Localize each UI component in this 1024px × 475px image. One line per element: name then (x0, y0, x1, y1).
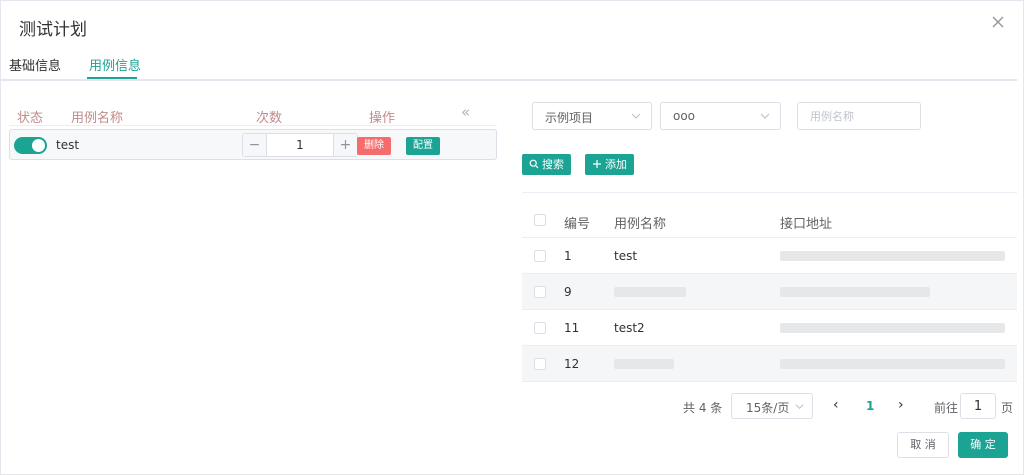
project-select[interactable]: 示例项目 (532, 102, 652, 130)
case-name-search-input[interactable] (797, 102, 921, 130)
blurred-address (780, 287, 930, 297)
cell-no: 1 (564, 249, 572, 263)
module-select[interactable]: ooo (660, 102, 781, 130)
cell-name: test (614, 249, 638, 263)
table-row[interactable]: 1 test (522, 238, 1017, 274)
search-button-label: 搜索 (542, 158, 564, 171)
delete-button[interactable]: 删除 (357, 137, 391, 155)
tab-bar: 基础信息 用例信息 (1, 51, 1017, 81)
pagination-total: 共 4 条 (683, 401, 723, 415)
table-header-row: 编号 用例名称 接口地址 (522, 202, 1017, 238)
case-name: test (56, 138, 80, 152)
count-stepper: − 1 + (242, 133, 358, 157)
module-select-value: ooo (673, 109, 696, 123)
column-header-name: 用例名称 (614, 217, 667, 232)
cell-no: 11 (564, 321, 580, 335)
table-row[interactable]: 12 (522, 346, 1017, 382)
stepper-value[interactable]: 1 (267, 134, 333, 156)
cell-no: 9 (564, 285, 572, 299)
goto-label: 前往 (934, 401, 959, 415)
test-plan-dialog: 测试计划 基础信息 用例信息 状态 用例名称 次数 操作 « test − 1 … (0, 0, 1024, 475)
blurred-name (614, 287, 686, 297)
selected-case-row: test − 1 + 删除 配置 (9, 129, 497, 160)
row-checkbox[interactable] (534, 250, 546, 262)
stepper-increase-button[interactable]: + (333, 134, 357, 156)
column-header-status: 状态 (17, 111, 44, 126)
chevron-down-icon (795, 404, 804, 410)
prev-page-icon[interactable]: ‹ (833, 397, 839, 413)
cell-name: test2 (614, 321, 645, 335)
tab-case-info[interactable]: 用例信息 (89, 55, 141, 74)
column-header-address: 接口地址 (780, 217, 833, 232)
column-header-operation: 操作 (369, 111, 396, 126)
blurred-address (780, 251, 1005, 261)
header-divider (9, 125, 497, 126)
page-size-select[interactable]: 15条/页 (731, 393, 813, 419)
cell-no: 12 (564, 357, 580, 371)
confirm-button[interactable]: 确 定 (958, 432, 1008, 458)
search-icon (529, 159, 539, 169)
chevron-down-icon (760, 113, 770, 119)
blurred-name (614, 359, 674, 369)
cancel-button[interactable]: 取 消 (897, 432, 949, 458)
current-page[interactable]: 1 (866, 399, 874, 413)
stepper-decrease-button[interactable]: − (243, 134, 267, 156)
add-button-label: 添加 (605, 158, 627, 171)
collapse-double-left-icon[interactable]: « (461, 103, 470, 121)
column-header-no: 编号 (564, 217, 591, 232)
row-checkbox[interactable] (534, 286, 546, 298)
active-tab-indicator (87, 77, 137, 79)
case-table: 编号 用例名称 接口地址 1 test 9 11 test2 12 (522, 202, 1017, 382)
plus-icon (593, 160, 601, 168)
column-header-count: 次数 (256, 111, 283, 126)
row-checkbox[interactable] (534, 358, 546, 370)
close-icon[interactable] (989, 13, 1007, 31)
table-row[interactable]: 9 (522, 274, 1017, 310)
tab-basic-info[interactable]: 基础信息 (9, 55, 61, 74)
page-unit-label: 页 (1001, 401, 1014, 415)
config-button[interactable]: 配置 (406, 137, 440, 155)
next-page-icon[interactable]: › (898, 397, 904, 413)
table-row[interactable]: 11 test2 (522, 310, 1017, 346)
blurred-address (780, 359, 1005, 369)
select-all-checkbox[interactable] (534, 214, 546, 226)
chevron-down-icon (631, 113, 641, 119)
project-select-value: 示例项目 (545, 111, 594, 125)
status-toggle[interactable] (14, 137, 47, 154)
toolbar-divider (522, 192, 1017, 193)
goto-page-input[interactable] (960, 393, 996, 419)
search-button[interactable]: 搜索 (522, 154, 571, 175)
page-size-value: 15条/页 (746, 401, 790, 415)
row-checkbox[interactable] (534, 322, 546, 334)
blurred-address (780, 323, 1005, 333)
column-header-case-name: 用例名称 (71, 111, 124, 126)
add-button[interactable]: 添加 (585, 154, 634, 175)
dialog-title: 测试计划 (19, 20, 87, 40)
